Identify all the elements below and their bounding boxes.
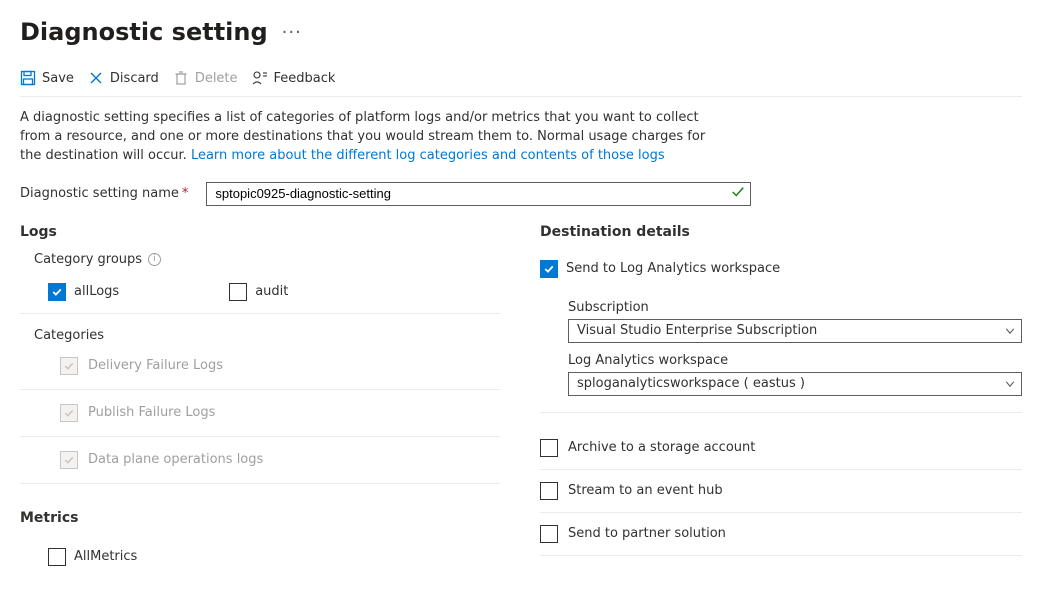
checkbox-disabled-icon [60,357,78,375]
partner-solution-label: Send to partner solution [568,526,726,541]
workspace-select[interactable]: sploganalyticsworkspace ( eastus ) [568,372,1022,396]
delete-button: Delete [173,70,238,86]
checkbox-disabled-icon [60,404,78,422]
workspace-value: sploganalyticsworkspace ( eastus ) [568,372,1022,396]
partner-solution-checkbox[interactable]: Send to partner solution [540,513,1022,556]
learn-more-link[interactable]: Learn more about the different log categ… [191,148,665,163]
feedback-label: Feedback [274,71,336,86]
checkbox-unchecked-icon [540,439,558,457]
category-row: Delivery Failure Logs [20,343,500,390]
save-button[interactable]: Save [20,70,74,86]
destination-heading: Destination details [540,224,1022,240]
metrics-heading: Metrics [20,510,500,526]
allmetrics-label: AllMetrics [74,549,137,564]
workspace-label: Log Analytics workspace [568,353,1022,368]
allmetrics-checkbox[interactable]: AllMetrics [48,548,137,566]
checkbox-disabled-icon [60,451,78,469]
more-actions-icon[interactable]: ··· [282,22,302,43]
feedback-button[interactable]: Feedback [252,70,336,86]
discard-icon [88,70,104,86]
description-text: A diagnostic setting specifies a list of… [20,109,720,166]
save-icon [20,70,36,86]
category-label: Publish Failure Logs [88,405,215,420]
category-label: Data plane operations logs [88,452,263,467]
chevron-down-icon [1004,378,1016,390]
send-log-analytics-checkbox[interactable]: Send to Log Analytics workspace [540,260,780,278]
stream-eventhub-label: Stream to an event hub [568,483,723,498]
alllogs-checkbox[interactable]: allLogs [48,283,119,301]
category-groups-label: Category groups i [20,252,500,267]
checkbox-checked-icon [540,260,558,278]
checkbox-unchecked-icon [229,283,247,301]
setting-name-input[interactable] [206,182,751,206]
archive-storage-label: Archive to a storage account [568,440,755,455]
categories-label: Categories [20,314,500,343]
save-label: Save [42,71,74,86]
checkbox-checked-icon [48,283,66,301]
category-row: Publish Failure Logs [20,390,500,437]
setting-name-label: Diagnostic setting name* [20,186,188,201]
delete-icon [173,70,189,86]
subscription-label: Subscription [568,300,1022,315]
checkbox-unchecked-icon [48,548,66,566]
audit-checkbox[interactable]: audit [229,283,288,301]
required-indicator: * [182,186,189,201]
valid-check-icon [731,185,745,203]
category-row: Data plane operations logs [20,437,500,484]
delete-label: Delete [195,71,238,86]
send-log-analytics-label: Send to Log Analytics workspace [566,261,780,276]
logs-heading: Logs [20,224,500,240]
category-label: Delivery Failure Logs [88,358,223,373]
chevron-down-icon [1004,325,1016,337]
info-icon[interactable]: i [148,253,161,266]
checkbox-unchecked-icon [540,482,558,500]
feedback-icon [252,70,268,86]
stream-eventhub-checkbox[interactable]: Stream to an event hub [540,470,1022,513]
page-title: Diagnostic setting [20,18,268,46]
discard-label: Discard [110,71,159,86]
command-bar: Save Discard Delete Feedback [20,70,1022,97]
audit-label: audit [255,284,288,299]
subscription-select[interactable]: Visual Studio Enterprise Subscription [568,319,1022,343]
checkbox-unchecked-icon [540,525,558,543]
discard-button[interactable]: Discard [88,70,159,86]
archive-storage-checkbox[interactable]: Archive to a storage account [540,427,1022,470]
alllogs-label: allLogs [74,284,119,299]
subscription-value: Visual Studio Enterprise Subscription [568,319,1022,343]
